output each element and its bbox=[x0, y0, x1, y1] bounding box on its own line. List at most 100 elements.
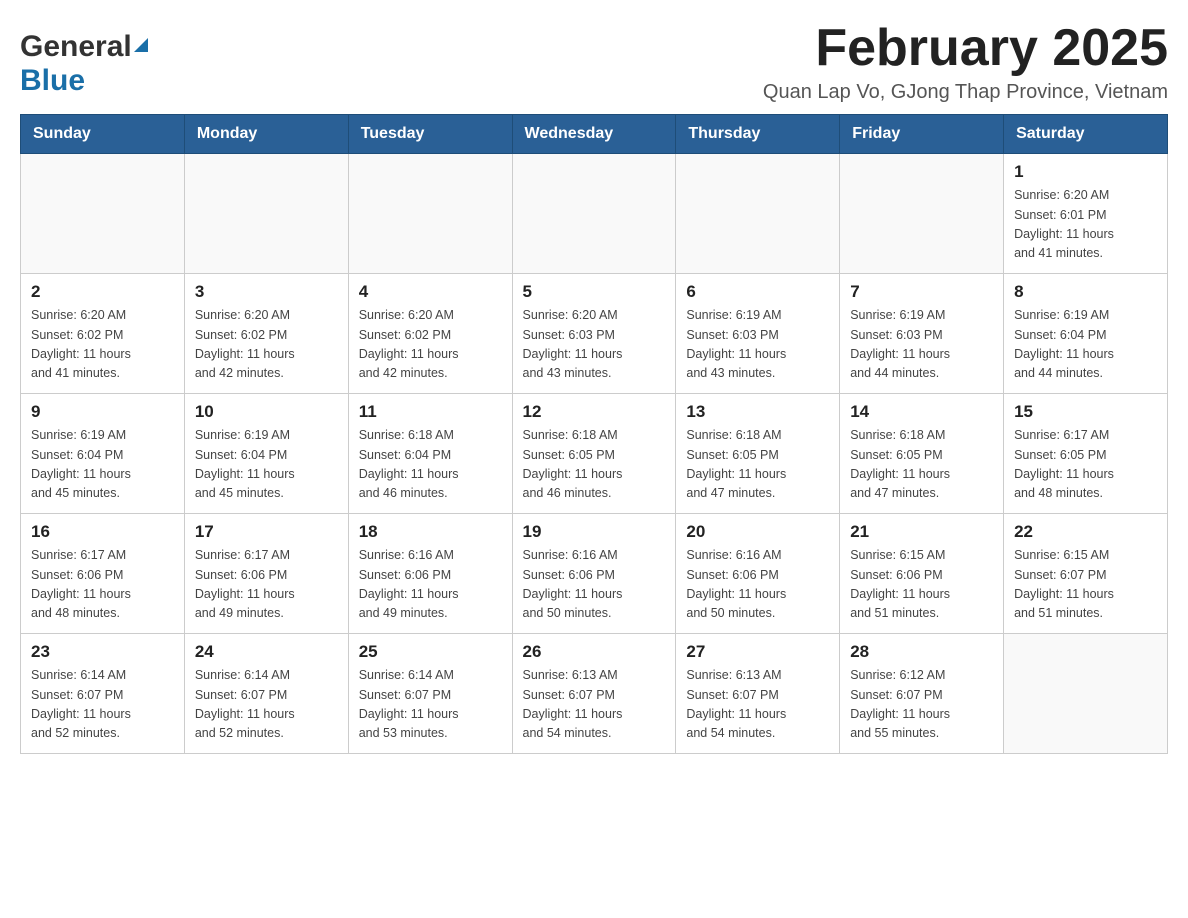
day-info: Sunrise: 6:18 AM Sunset: 6:05 PM Dayligh… bbox=[686, 426, 829, 504]
day-info: Sunrise: 6:20 AM Sunset: 6:02 PM Dayligh… bbox=[359, 306, 502, 384]
day-number: 3 bbox=[195, 282, 338, 302]
day-number: 26 bbox=[523, 642, 666, 662]
day-number: 18 bbox=[359, 522, 502, 542]
calendar-cell: 24Sunrise: 6:14 AM Sunset: 6:07 PM Dayli… bbox=[184, 634, 348, 754]
calendar-cell: 16 Sunrise: 6:17 AM Sunset: 6:06 PM Dayli… bbox=[21, 514, 185, 634]
title-area: February 2025 Quan Lap Vo, GJong Thap Pr… bbox=[763, 20, 1168, 104]
calendar-title: February 2025 bbox=[763, 20, 1168, 77]
day-info: Sunrise: 6:16 AM Sunset: 6:06 PM Dayligh… bbox=[686, 546, 829, 624]
calendar-cell: 2 Sunrise: 6:20 AM Sunset: 6:02 PM Daylig… bbox=[21, 274, 185, 394]
calendar-cell: 21Sunrise: 6:15 AM Sunset: 6:06 PM Dayli… bbox=[840, 514, 1004, 634]
calendar-week-1: 1 Sunrise: 6:20 AM Sunset: 6:01 PM Daylig… bbox=[21, 154, 1168, 274]
calendar-cell: 6 Sunrise: 6:19 AM Sunset: 6:03 PM Daylig… bbox=[676, 274, 840, 394]
logo-general-text: General bbox=[20, 30, 132, 64]
calendar-cell: 4Sunrise: 6:20 AM Sunset: 6:02 PM Daylig… bbox=[348, 274, 512, 394]
column-header-wednesday: Wednesday bbox=[512, 115, 676, 154]
day-number: 25 bbox=[359, 642, 502, 662]
day-info: Sunrise: 6:19 AM Sunset: 6:04 PM Dayligh… bbox=[195, 426, 338, 504]
day-info: Sunrise: 6:17 AM Sunset: 6:05 PM Dayligh… bbox=[1014, 426, 1157, 504]
day-info: Sunrise: 6:18 AM Sunset: 6:05 PM Dayligh… bbox=[850, 426, 993, 504]
calendar-week-2: 2 Sunrise: 6:20 AM Sunset: 6:02 PM Daylig… bbox=[21, 274, 1168, 394]
calendar-cell bbox=[512, 154, 676, 274]
day-number: 19 bbox=[523, 522, 666, 542]
day-number: 12 bbox=[523, 402, 666, 422]
calendar-cell: 7Sunrise: 6:19 AM Sunset: 6:03 PM Daylig… bbox=[840, 274, 1004, 394]
calendar-cell: 25 Sunrise: 6:14 AM Sunset: 6:07 PM Dayli… bbox=[348, 634, 512, 754]
calendar-cell: 13 Sunrise: 6:18 AM Sunset: 6:05 PM Dayli… bbox=[676, 394, 840, 514]
day-number: 7 bbox=[850, 282, 993, 302]
day-info: Sunrise: 6:20 AM Sunset: 6:01 PM Dayligh… bbox=[1014, 186, 1157, 264]
calendar-cell bbox=[1004, 634, 1168, 754]
column-header-saturday: Saturday bbox=[1004, 115, 1168, 154]
day-info: Sunrise: 6:19 AM Sunset: 6:04 PM Dayligh… bbox=[1014, 306, 1157, 384]
calendar-week-4: 16 Sunrise: 6:17 AM Sunset: 6:06 PM Dayli… bbox=[21, 514, 1168, 634]
day-info: Sunrise: 6:15 AM Sunset: 6:07 PM Dayligh… bbox=[1014, 546, 1157, 624]
calendar-cell: 19 Sunrise: 6:16 AM Sunset: 6:06 PM Dayli… bbox=[512, 514, 676, 634]
day-number: 14 bbox=[850, 402, 993, 422]
day-info: Sunrise: 6:13 AM Sunset: 6:07 PM Dayligh… bbox=[686, 666, 829, 744]
day-number: 2 bbox=[31, 282, 174, 302]
day-number: 22 bbox=[1014, 522, 1157, 542]
calendar-cell: 9 Sunrise: 6:19 AM Sunset: 6:04 PM Daylig… bbox=[21, 394, 185, 514]
day-info: Sunrise: 6:12 AM Sunset: 6:07 PM Dayligh… bbox=[850, 666, 993, 744]
day-number: 15 bbox=[1014, 402, 1157, 422]
day-number: 17 bbox=[195, 522, 338, 542]
calendar-cell: 17 Sunrise: 6:17 AM Sunset: 6:06 PM Dayli… bbox=[184, 514, 348, 634]
column-header-friday: Friday bbox=[840, 115, 1004, 154]
calendar-cell bbox=[184, 154, 348, 274]
calendar-cell: 12 Sunrise: 6:18 AM Sunset: 6:05 PM Dayli… bbox=[512, 394, 676, 514]
calendar-cell: 5Sunrise: 6:20 AM Sunset: 6:03 PM Daylig… bbox=[512, 274, 676, 394]
calendar-table: SundayMondayTuesdayWednesdayThursdayFrid… bbox=[20, 114, 1168, 754]
day-info: Sunrise: 6:19 AM Sunset: 6:04 PM Dayligh… bbox=[31, 426, 174, 504]
column-header-thursday: Thursday bbox=[676, 115, 840, 154]
day-number: 9 bbox=[31, 402, 174, 422]
calendar-cell: 20 Sunrise: 6:16 AM Sunset: 6:06 PM Dayli… bbox=[676, 514, 840, 634]
calendar-cell: 23 Sunrise: 6:14 AM Sunset: 6:07 PM Dayli… bbox=[21, 634, 185, 754]
day-info: Sunrise: 6:20 AM Sunset: 6:02 PM Dayligh… bbox=[31, 306, 174, 384]
calendar-cell: 26 Sunrise: 6:13 AM Sunset: 6:07 PM Dayli… bbox=[512, 634, 676, 754]
calendar-subtitle: Quan Lap Vo, GJong Thap Province, Vietna… bbox=[763, 81, 1168, 104]
calendar-cell: 1 Sunrise: 6:20 AM Sunset: 6:01 PM Daylig… bbox=[1004, 154, 1168, 274]
day-info: Sunrise: 6:19 AM Sunset: 6:03 PM Dayligh… bbox=[686, 306, 829, 384]
day-number: 1 bbox=[1014, 162, 1157, 182]
calendar-cell bbox=[840, 154, 1004, 274]
day-info: Sunrise: 6:14 AM Sunset: 6:07 PM Dayligh… bbox=[195, 666, 338, 744]
day-number: 6 bbox=[686, 282, 829, 302]
calendar-cell bbox=[21, 154, 185, 274]
day-number: 5 bbox=[523, 282, 666, 302]
calendar-cell: 18Sunrise: 6:16 AM Sunset: 6:06 PM Dayli… bbox=[348, 514, 512, 634]
calendar-cell: 14 Sunrise: 6:18 AM Sunset: 6:05 PM Dayli… bbox=[840, 394, 1004, 514]
calendar-cell bbox=[348, 154, 512, 274]
day-number: 16 bbox=[31, 522, 174, 542]
day-number: 20 bbox=[686, 522, 829, 542]
column-header-monday: Monday bbox=[184, 115, 348, 154]
calendar-week-3: 9 Sunrise: 6:19 AM Sunset: 6:04 PM Daylig… bbox=[21, 394, 1168, 514]
calendar-cell: 28 Sunrise: 6:12 AM Sunset: 6:07 PM Dayli… bbox=[840, 634, 1004, 754]
day-number: 23 bbox=[31, 642, 174, 662]
day-info: Sunrise: 6:14 AM Sunset: 6:07 PM Dayligh… bbox=[359, 666, 502, 744]
day-info: Sunrise: 6:17 AM Sunset: 6:06 PM Dayligh… bbox=[31, 546, 174, 624]
calendar-cell: 27 Sunrise: 6:13 AM Sunset: 6:07 PM Dayli… bbox=[676, 634, 840, 754]
day-number: 27 bbox=[686, 642, 829, 662]
calendar-week-5: 23 Sunrise: 6:14 AM Sunset: 6:07 PM Dayli… bbox=[21, 634, 1168, 754]
calendar-cell: 15 Sunrise: 6:17 AM Sunset: 6:05 PM Dayli… bbox=[1004, 394, 1168, 514]
day-info: Sunrise: 6:16 AM Sunset: 6:06 PM Dayligh… bbox=[523, 546, 666, 624]
day-info: Sunrise: 6:17 AM Sunset: 6:06 PM Dayligh… bbox=[195, 546, 338, 624]
day-info: Sunrise: 6:18 AM Sunset: 6:05 PM Dayligh… bbox=[523, 426, 666, 504]
logo-triangle-icon bbox=[132, 36, 150, 59]
day-number: 8 bbox=[1014, 282, 1157, 302]
day-info: Sunrise: 6:13 AM Sunset: 6:07 PM Dayligh… bbox=[523, 666, 666, 744]
day-number: 28 bbox=[850, 642, 993, 662]
day-number: 13 bbox=[686, 402, 829, 422]
day-info: Sunrise: 6:14 AM Sunset: 6:07 PM Dayligh… bbox=[31, 666, 174, 744]
day-number: 11 bbox=[359, 402, 502, 422]
logo: General Blue bbox=[20, 30, 150, 98]
day-number: 10 bbox=[195, 402, 338, 422]
column-header-sunday: Sunday bbox=[21, 115, 185, 154]
calendar-header-row: SundayMondayTuesdayWednesdayThursdayFrid… bbox=[21, 115, 1168, 154]
header: General Blue February 2025 Quan Lap Vo, … bbox=[20, 20, 1168, 104]
day-info: Sunrise: 6:15 AM Sunset: 6:06 PM Dayligh… bbox=[850, 546, 993, 624]
logo-blue-text: Blue bbox=[20, 64, 85, 97]
column-header-tuesday: Tuesday bbox=[348, 115, 512, 154]
calendar-cell: 10 Sunrise: 6:19 AM Sunset: 6:04 PM Dayli… bbox=[184, 394, 348, 514]
